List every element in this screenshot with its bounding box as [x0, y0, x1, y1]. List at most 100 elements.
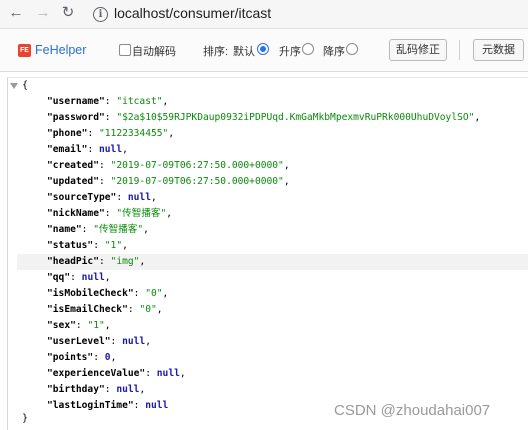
json-key: "sex" — [47, 320, 76, 331]
json-comma: , — [122, 240, 128, 251]
json-colon: : — [93, 352, 105, 363]
json-line: "sex": "1", — [47, 318, 111, 334]
json-line: "birthday": null, — [47, 382, 145, 398]
json-colon: : — [98, 256, 111, 267]
json-key: "lastLoginTime" — [47, 400, 134, 411]
json-colon: : — [127, 304, 140, 315]
json-colon: : — [87, 144, 99, 155]
json-line: "name": "传智播客", — [47, 222, 149, 238]
json-value: null — [116, 384, 140, 395]
json-viewer: { "username": "itcast", "password": "$2a$… — [7, 77, 528, 430]
json-comma: , — [168, 128, 175, 139]
json-colon: : — [110, 336, 123, 347]
sort-option-default-radio[interactable] — [257, 43, 269, 55]
json-colon: : — [133, 400, 146, 411]
forward-arrow-icon[interactable]: → — [33, 3, 53, 23]
watermark: CSDN @zhoudahai007 — [334, 402, 491, 419]
json-key: "birthday" — [47, 384, 105, 395]
collapse-toggle-icon[interactable] — [10, 83, 18, 89]
json-key: "headPic" — [47, 256, 99, 267]
json-value: "$2a$10$59RJPKDaup0932iPDPUqd.KmGaMkbMpe… — [116, 112, 475, 123]
json-value: "1" — [87, 320, 105, 331]
json-value: "传智播客" — [116, 208, 167, 219]
json-comma: , — [122, 144, 128, 155]
json-key: "password" — [47, 112, 105, 123]
json-comma: , — [474, 112, 481, 123]
json-key: "points" — [47, 352, 94, 363]
json-comma: , — [283, 160, 290, 171]
fehelper-logo-icon: FE — [18, 44, 31, 57]
reload-icon[interactable]: ↻ — [58, 3, 78, 23]
sort-option-desc-radio[interactable] — [346, 43, 358, 55]
json-comma: , — [139, 384, 146, 395]
json-comma: , — [110, 352, 117, 363]
json-value: null — [81, 272, 105, 283]
json-value: null — [145, 400, 169, 411]
json-open-brace: { — [22, 80, 29, 91]
fehelper-toolbar: FE FeHelper 自动解码 排序: 默认 升序 降序 乱码修正 元数据 — [0, 29, 528, 72]
json-colon: : — [93, 240, 105, 251]
json-line: "experienceValue": null, — [47, 366, 186, 382]
json-comma: , — [162, 288, 169, 299]
json-line: "email": null, — [47, 142, 128, 158]
json-line: "lastLoginTime": null — [47, 398, 168, 414]
sort-option-asc-label: 升序 — [279, 46, 301, 58]
json-line: "userLevel": null, — [47, 334, 151, 350]
json-close-brace: } — [22, 413, 29, 424]
json-key: "isMobileCheck" — [47, 288, 134, 299]
json-key: "username" — [47, 96, 105, 107]
sort-option-asc-radio[interactable] — [302, 43, 314, 55]
json-comma: , — [139, 256, 146, 267]
json-colon: : — [104, 208, 117, 219]
json-value: "1122334455" — [99, 128, 169, 139]
json-comma: , — [150, 192, 157, 203]
fehelper-brand[interactable]: FeHelper — [35, 43, 86, 57]
auto-decode-checkbox[interactable] — [119, 44, 131, 56]
sort-option-default-label: 默认 — [233, 46, 255, 58]
json-line: "qq": null, — [47, 270, 111, 286]
json-key: "updated" — [47, 176, 99, 187]
json-value: "img" — [110, 256, 140, 267]
json-value: null — [127, 192, 151, 203]
json-value: "itcast" — [116, 96, 163, 107]
json-colon: : — [70, 272, 82, 283]
fix-encoding-button[interactable]: 乱码修正 — [389, 39, 447, 61]
json-value: "2019-07-09T06:27:50.000+0000" — [110, 176, 284, 187]
url-text[interactable]: localhost/consumer/itcast — [114, 5, 271, 21]
json-line: "nickName": "传智播客", — [47, 206, 172, 222]
json-line: "points": 0, — [47, 350, 116, 366]
json-comma: , — [104, 272, 111, 283]
json-colon: : — [81, 224, 94, 235]
json-key: "sourceType" — [47, 192, 117, 203]
json-value: null — [99, 144, 123, 155]
json-comma: , — [143, 224, 149, 235]
sort-label: 排序: — [203, 46, 229, 58]
info-icon[interactable]: i — [93, 7, 108, 22]
toolbar-divider — [459, 40, 460, 60]
auto-decode-label: 自动解码 — [132, 46, 176, 58]
json-value: "0" — [139, 304, 157, 315]
json-key: "name" — [47, 224, 82, 235]
raw-data-button[interactable]: 元数据 — [473, 39, 524, 61]
json-line: "headPic": "img", — [17, 254, 528, 270]
json-line: "updated": "2019-07-09T06:27:50.000+0000… — [47, 174, 290, 190]
json-colon: : — [145, 368, 157, 379]
json-line: "username": "itcast", — [47, 94, 168, 110]
back-arrow-icon[interactable]: ← — [6, 3, 26, 23]
json-comma: , — [145, 336, 151, 347]
json-line: "phone": "1122334455", — [47, 126, 174, 142]
json-comma: , — [156, 304, 163, 315]
json-value: null — [122, 336, 146, 347]
json-line: "created": "2019-07-09T06:27:50.000+0000… — [47, 158, 290, 174]
json-key: "userLevel" — [47, 336, 111, 347]
json-colon: : — [98, 176, 111, 187]
json-value: "2019-07-09T06:27:50.000+0000" — [110, 160, 284, 171]
json-key: "status" — [47, 240, 94, 251]
json-key: "nickName" — [47, 208, 105, 219]
json-comma: , — [162, 96, 169, 107]
json-colon: : — [133, 288, 146, 299]
sort-option-desc-label: 降序 — [323, 46, 345, 58]
json-line: "sourceType": null, — [47, 190, 157, 206]
json-colon: : — [87, 128, 99, 139]
json-value: "1" — [104, 240, 123, 251]
